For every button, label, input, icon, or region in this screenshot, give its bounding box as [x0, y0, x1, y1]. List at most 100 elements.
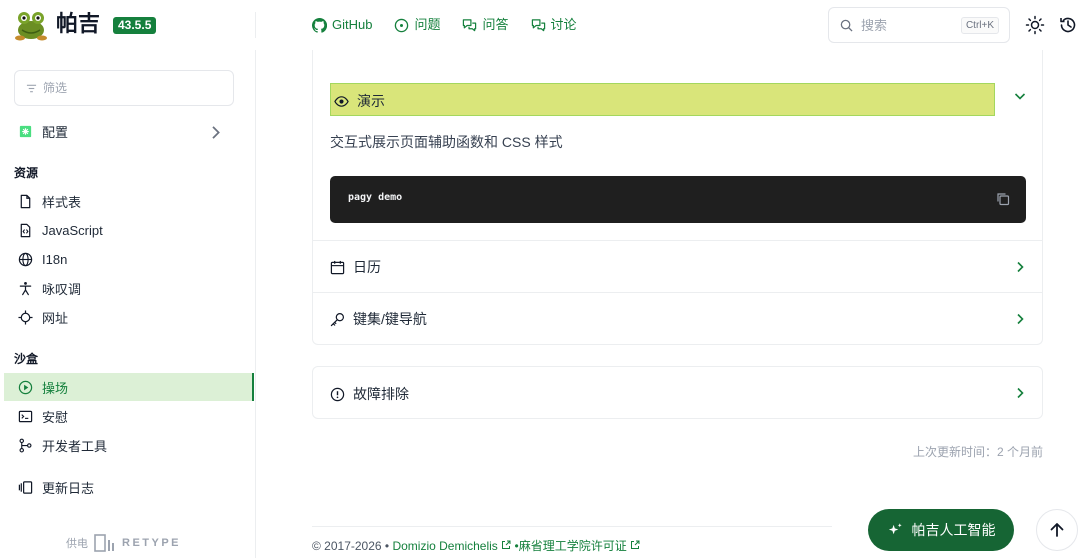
nav-discussions-label: 讨论: [550, 17, 577, 32]
powered-by[interactable]: 供电 RETYPE: [66, 534, 181, 552]
retype-label: RETYPE: [122, 537, 182, 549]
demo-highlight: [330, 83, 995, 116]
github-icon: [312, 17, 327, 33]
alert-circle-icon: [330, 387, 345, 401]
copy-icon[interactable]: [996, 192, 1010, 206]
external-link-icon: [631, 540, 640, 549]
ai-button-label: 帕吉人工智能: [911, 522, 996, 538]
demo-title: 演示: [357, 93, 385, 109]
top-header: 帕吉 43.5.5 GitHub 问题 问答 讨论 搜索 Ctrl+K: [0, 0, 1080, 50]
calendar-icon: [330, 260, 345, 274]
sidebar-item-label: 开发者工具: [42, 438, 108, 454]
filter-input[interactable]: 筛选: [14, 70, 234, 106]
chevron-right-icon[interactable]: [1014, 387, 1026, 399]
calendar-heading[interactable]: 日历: [330, 257, 381, 277]
nav-issues-label: 问题: [414, 17, 441, 32]
filter-placeholder: 筛选: [43, 81, 68, 95]
retype-logo-icon: [94, 534, 114, 552]
section-sandbox: 沙盒: [14, 352, 39, 366]
search-icon: [840, 19, 853, 32]
sun-icon[interactable]: [1025, 15, 1045, 35]
chevron-right-icon[interactable]: [1014, 313, 1026, 325]
nav-discussions[interactable]: 讨论: [531, 15, 577, 35]
eye-icon: [334, 95, 349, 107]
nav-issues[interactable]: 问题: [394, 15, 440, 35]
nav-qa-label: 问答: [482, 17, 509, 32]
crosshair-icon: [18, 309, 33, 325]
top-nav: GitHub 问题 问答 讨论: [312, 15, 577, 35]
git-branch-icon: [19, 438, 32, 452]
sidebar-item-aria[interactable]: 咏叹调: [4, 274, 254, 302]
sidebar-item-label: 安慰: [42, 409, 69, 425]
sidebar-item-devtools[interactable]: 开发者工具: [4, 431, 254, 459]
external-link-icon: [502, 540, 511, 549]
frog-logo-icon[interactable]: [14, 8, 48, 42]
sidebar-item-playground[interactable]: 操场: [4, 373, 254, 401]
footer: © 2017-2026 • Domizio Demichelis •麻省理工学院…: [312, 526, 832, 558]
search-placeholder: 搜索: [861, 18, 888, 33]
sidebar-item-config[interactable]: 配置: [4, 117, 254, 145]
sidebar-item-label: 样式表: [42, 194, 82, 210]
sidebar-item-console[interactable]: 安慰: [4, 402, 254, 430]
sidebar-item-label: 咏叹调: [42, 281, 82, 297]
header-divider: [255, 12, 256, 38]
nav-github-label: GitHub: [332, 17, 373, 32]
discussion-icon: [531, 18, 545, 31]
issue-icon: [395, 18, 409, 32]
file-code-icon: [20, 223, 31, 237]
accessibility-icon: [19, 281, 32, 295]
sidebar-item-label: JavaScript: [42, 222, 103, 238]
sidebar-item-i18n[interactable]: I18n: [4, 245, 254, 273]
code-text: pagy demo: [348, 192, 403, 203]
config-icon: [19, 125, 32, 137]
sidebar: 筛选 配置 资源 样式表 JavaScript I18n 咏叹调 网址 沙盒 操…: [0, 50, 256, 558]
sidebar-item-javascript[interactable]: JavaScript: [4, 216, 254, 244]
sidebar-item-label: I18n: [42, 251, 68, 267]
sidebar-item-label: 配置: [42, 124, 69, 140]
chevron-right-icon[interactable]: [1014, 261, 1026, 273]
play-circle-icon: [18, 380, 33, 394]
versions-icon: [18, 480, 33, 494]
keynav-heading[interactable]: 键集/键导航: [330, 309, 427, 329]
license-link[interactable]: •麻省理工学院许可证: [515, 539, 627, 553]
ai-assistant-button[interactable]: 帕吉人工智能: [868, 509, 1014, 551]
section-resources: 资源: [14, 166, 39, 180]
nav-qa[interactable]: 问答: [462, 15, 509, 35]
back-to-top-button[interactable]: [1036, 509, 1078, 551]
calendar-title: 日历: [353, 259, 381, 275]
content-card: 演示 交互式展示页面辅助函数和 CSS 样式 pagy demo 日历 键集/键…: [312, 50, 1043, 345]
author-link[interactable]: Domizio Demichelis: [392, 539, 497, 553]
chevron-down-icon[interactable]: [1014, 90, 1026, 102]
sparkle-icon: [888, 522, 902, 534]
version-badge: 43.5.5: [113, 17, 157, 34]
sidebar-item-url[interactable]: 网址: [4, 303, 254, 331]
sidebar-item-label: 操场: [42, 380, 69, 396]
troubleshoot-card[interactable]: 故障排除: [312, 366, 1043, 419]
chevron-right-icon: [212, 126, 220, 139]
search-box[interactable]: 搜索 Ctrl+K: [828, 7, 1010, 43]
key-icon: [330, 312, 345, 326]
demo-heading[interactable]: 演示: [334, 91, 385, 111]
arrow-up-icon: [1050, 523, 1064, 537]
sidebar-item-changelog[interactable]: 更新日志: [4, 473, 254, 501]
search-shortcut: Ctrl+K: [960, 17, 999, 34]
divider: [313, 240, 1042, 241]
brand-title[interactable]: 帕吉: [56, 10, 100, 38]
filter-icon: [26, 84, 37, 93]
page: 帕吉 43.5.5 GitHub 问题 问答 讨论 搜索 Ctrl+K 筛选 配…: [0, 0, 1080, 558]
sidebar-item-stylesheets[interactable]: 样式表: [4, 187, 254, 215]
history-icon[interactable]: [1058, 15, 1078, 35]
terminal-icon: [18, 410, 33, 422]
qa-icon: [463, 18, 477, 31]
globe-icon: [18, 252, 33, 266]
last-updated: 上次更新时间：2 个月前: [912, 445, 1043, 459]
powered-by-label: 供电: [66, 538, 88, 550]
sidebar-item-label: 更新日志: [42, 480, 95, 496]
nav-github[interactable]: GitHub: [312, 15, 372, 35]
code-block: pagy demo: [330, 176, 1026, 223]
sidebar-item-label: 网址: [42, 310, 69, 326]
keynav-title: 键集/键导航: [353, 311, 427, 327]
file-icon: [20, 194, 31, 208]
divider: [313, 292, 1042, 293]
troubleshoot-heading[interactable]: 故障排除: [330, 384, 409, 404]
